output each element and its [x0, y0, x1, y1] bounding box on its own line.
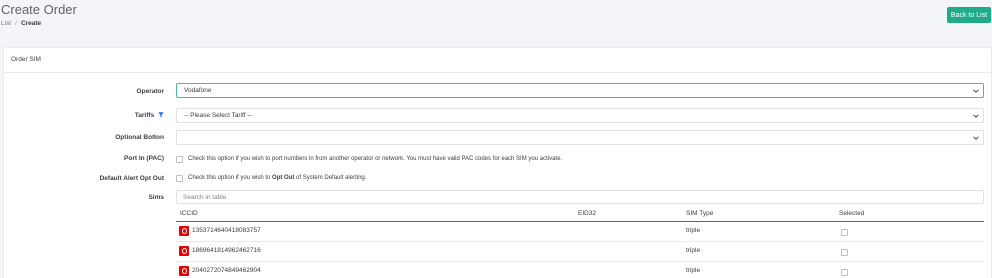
back-to-list-button[interactable]: Back to List: [947, 7, 991, 23]
card-title: Order SIM: [4, 48, 991, 73]
vodafone-logo-icon: [179, 246, 189, 256]
table-row[interactable]: 2040272074849462904 triple: [176, 262, 984, 278]
chevron-down-icon: [973, 114, 979, 118]
port-in-help-text: Check this option if you wish to port nu…: [188, 156, 563, 162]
tariffs-selected-value: -- Please Select Tariff --: [184, 112, 252, 119]
operator-selected-value: Vodafone: [184, 87, 212, 94]
breadcrumb-item-current: Create: [20, 20, 42, 27]
operator-select[interactable]: Vodafone: [176, 83, 984, 98]
alert-opt-out-label: Default Alert Opt Out: [99, 175, 164, 182]
optional-bolton-label: Optional Bolton: [115, 134, 164, 141]
tariffs-label: Tariffs: [4, 112, 164, 119]
breadcrumb-item-list[interactable]: List: [1, 20, 11, 27]
order-sim-card: Order SIM Operator Vodafone Tariffs -- P…: [3, 47, 992, 278]
column-header-eid32[interactable]: EID32: [578, 210, 596, 217]
column-header-sim-type[interactable]: SIM Type: [686, 210, 713, 217]
row-select-checkbox[interactable]: [841, 249, 848, 256]
iccid-cell: 2040272074849462904: [192, 267, 261, 274]
alert-opt-out-help-text: Check this option if you wish to Opt Out…: [188, 175, 366, 181]
page-title: Create Order: [1, 2, 77, 17]
chevron-down-icon: [973, 136, 979, 140]
alert-opt-out-help-before: Check this option if you wish to: [188, 175, 273, 181]
column-header-iccid[interactable]: ICCID: [180, 210, 198, 217]
tariffs-label-text: Tariffs: [134, 112, 155, 119]
operator-label: Operator: [136, 88, 164, 95]
alert-opt-out-help-after: of System Default alerting.: [294, 175, 367, 181]
table-row[interactable]: 1869641814962462716 triple: [176, 242, 984, 262]
port-in-label: Port In (PAC): [124, 155, 164, 162]
sims-search-input[interactable]: [176, 190, 984, 204]
chevron-down-icon: [973, 89, 979, 93]
iccid-cell: 1353714640418083757: [192, 227, 261, 234]
filter-icon[interactable]: [158, 112, 164, 118]
row-select-checkbox[interactable]: [841, 229, 848, 236]
column-header-selected[interactable]: Selected: [839, 210, 864, 217]
sims-label: Sims: [148, 194, 164, 201]
breadcrumb-separator: /: [15, 20, 17, 27]
port-in-checkbox[interactable]: [176, 156, 183, 163]
tariffs-select[interactable]: -- Please Select Tariff --: [176, 108, 984, 123]
breadcrumb: List / Create: [1, 20, 41, 27]
sim-type-cell: triple: [686, 227, 701, 234]
alert-opt-out-help-bold: Opt Out: [272, 175, 295, 181]
alert-opt-out-checkbox[interactable]: [176, 175, 183, 182]
row-select-checkbox[interactable]: [841, 269, 848, 276]
optional-bolton-select[interactable]: [176, 130, 984, 145]
iccid-cell: 1869641814962462716: [192, 247, 261, 254]
sim-type-cell: triple: [686, 247, 701, 254]
table-row[interactable]: 1353714640418083757 triple: [176, 222, 984, 242]
vodafone-logo-icon: [179, 266, 189, 276]
vodafone-logo-icon: [179, 226, 189, 236]
sim-type-cell: triple: [686, 267, 701, 274]
